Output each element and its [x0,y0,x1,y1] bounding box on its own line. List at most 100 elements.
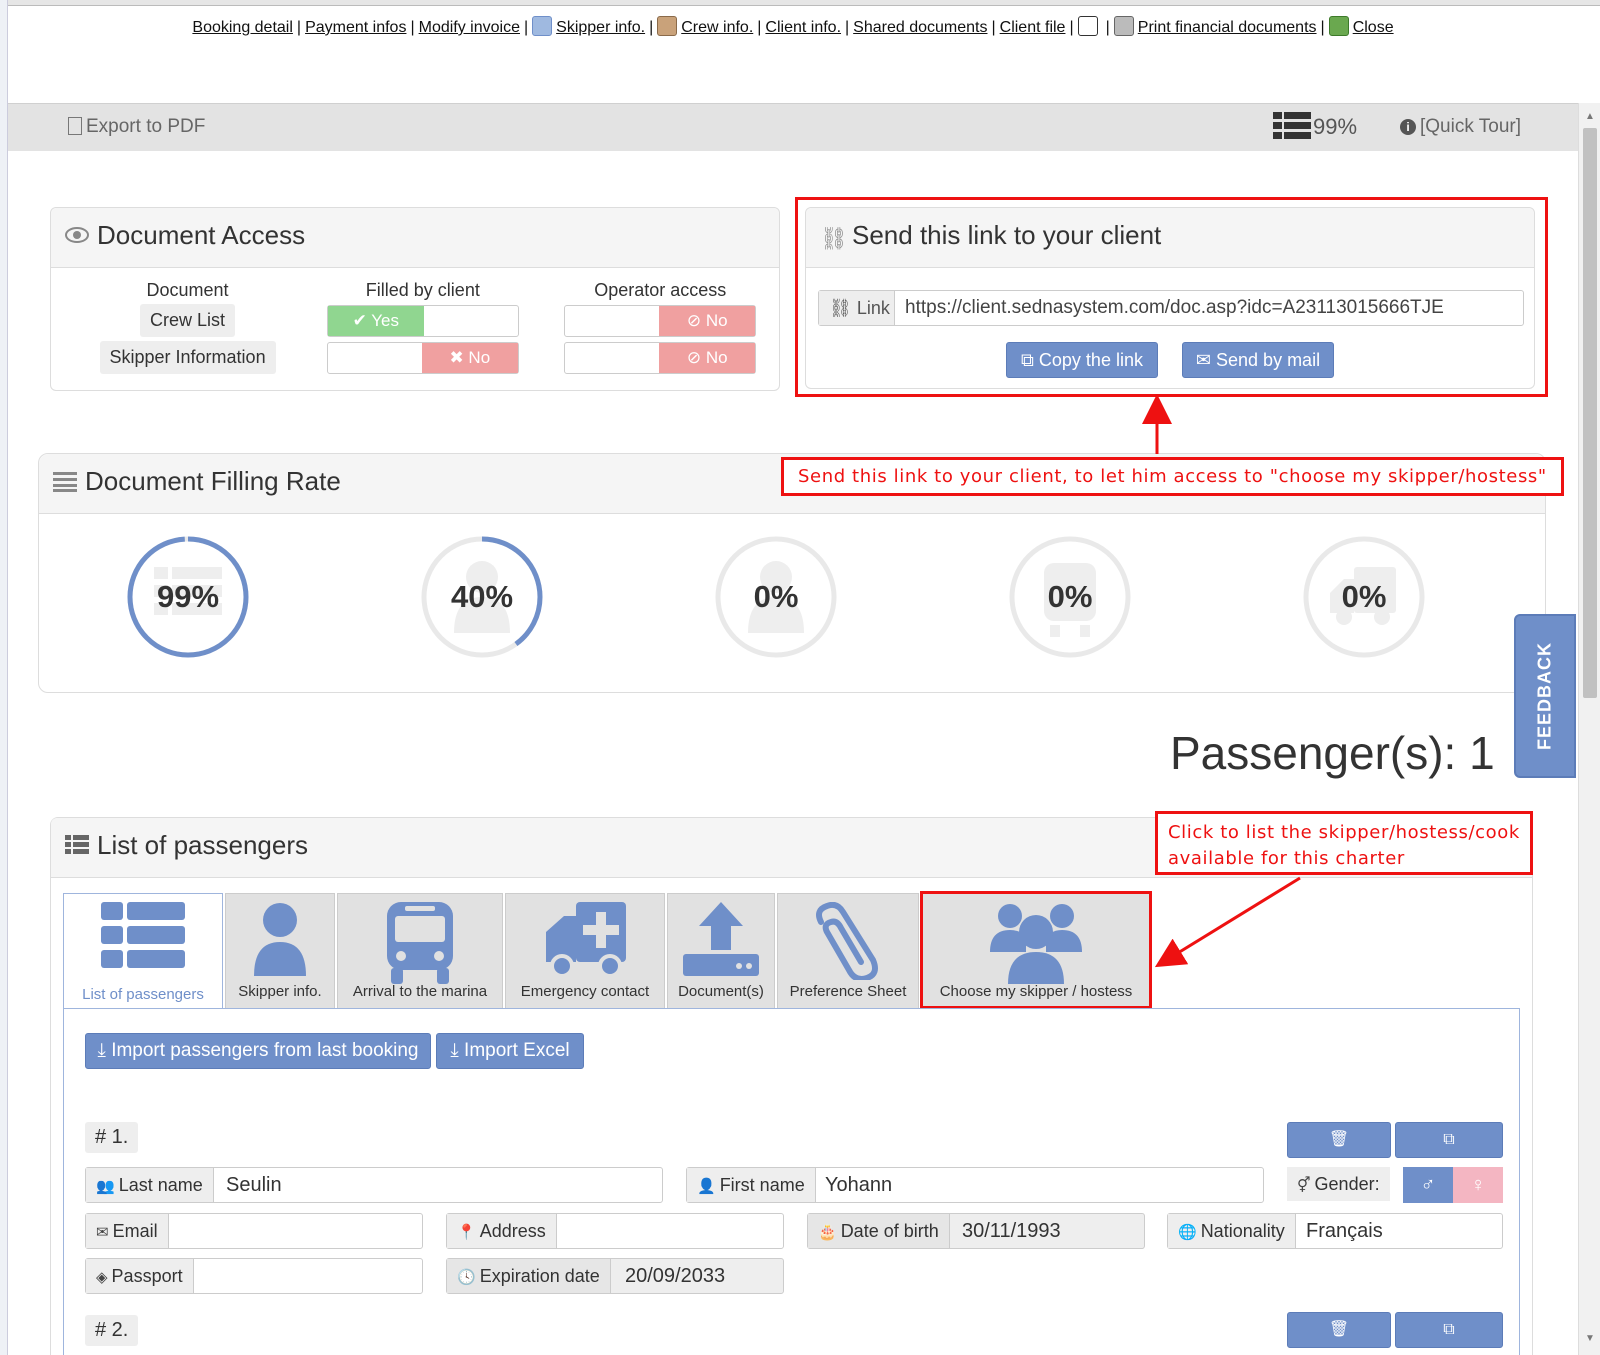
document-name: Skipper Information [99,341,276,374]
scroll-down-icon[interactable]: ▼ [1585,1333,1595,1344]
last-name-field[interactable]: 👥 Last name Seulin [85,1167,663,1203]
map-marker-icon: 📍 [457,1224,476,1241]
filling-rate-ring: 99% [126,535,250,659]
filling-rate-ring: 0% [714,535,838,659]
user-icon: 👤 [697,1178,716,1195]
email-label: ✉ Email [86,1214,169,1248]
tab-arrival-marina[interactable]: Arrival to the marina [337,893,503,1009]
envelope-icon: ✉ [96,1224,109,1241]
first-name-field[interactable]: 👤 First name Yohann [686,1167,1264,1203]
female-icon: ♀ [1470,1174,1486,1196]
export-pdf-button[interactable]: Export to PDF [68,116,205,138]
import-excel-button[interactable]: ⤓ Import Excel [436,1033,584,1069]
paperclip-icon [816,902,878,980]
filling-rate-value: 0% [1341,579,1387,614]
nav-shared-documents[interactable]: Shared documents [853,19,987,36]
address-label: 📍 Address [447,1214,557,1248]
import-last-booking-button[interactable]: ⤓ Import passengers from last booking [85,1033,431,1069]
tab-list-of-passengers[interactable]: List of passengers [63,893,223,1011]
date-of-birth-value[interactable]: 30/11/1993 [952,1214,1061,1248]
filling-rate-value: 0% [1047,579,1093,614]
fill-rate-indicator[interactable]: 99% [1273,112,1357,140]
document-name: Crew List [140,304,236,337]
expiration-date-value[interactable]: 20/09/2033 [615,1259,725,1293]
male-button[interactable]: ♂ [1403,1167,1453,1203]
filling-rate-value: 40% [450,579,514,614]
fill-rate-value: 99% [1313,114,1358,139]
nav-modify-invoice[interactable]: Modify invoice [419,19,520,36]
filled-by-client-toggle[interactable]: ✖ No [326,341,519,374]
address-field[interactable]: 📍 Address [446,1213,784,1249]
tab-skipper-info[interactable]: Skipper info. [225,893,335,1009]
window-top-edge [0,0,1600,6]
pdf-file-icon [68,117,82,135]
last-name-value[interactable]: Seulin [216,1168,282,1202]
female-button[interactable]: ♀ [1453,1167,1503,1203]
globe-icon: 🌐 [1178,1224,1197,1241]
first-name-value[interactable]: Yohann [815,1168,892,1202]
tab-preference-sheet[interactable]: Preference Sheet [777,893,919,1009]
nav-client-info[interactable]: Client info. [765,19,841,36]
expiration-date-label: 🕓 Expiration date [447,1259,611,1293]
copy-icon: ⧉ [1443,1321,1455,1338]
passport-field[interactable]: ◈ Passport [85,1258,423,1294]
list-of-passengers-title: List of passengers [97,830,309,860]
duplicate-passenger-button[interactable]: ⧉ [1395,1122,1503,1158]
quick-tour-label: [Quick Tour] [1420,116,1522,137]
tab-label: Skipper info. [238,983,322,1000]
list-icon [1273,112,1311,139]
column-header: Filled by client [365,279,480,300]
nav-print-financial-documents[interactable]: Print financial documents [1138,19,1317,36]
nationality-label: 🌐 Nationality [1168,1214,1296,1248]
first-name-label: 👤 First name [687,1168,816,1202]
quick-tour-link[interactable]: i [Quick Tour] [1400,116,1521,138]
tab-label: List of passengers [82,986,204,1003]
nav-separator: | [845,19,850,36]
nav-skipper-info[interactable]: Skipper info. [556,19,645,36]
mail-envelope-icon[interactable] [1077,16,1098,36]
delete-passenger-button[interactable]: 🗑 [1287,1122,1391,1158]
passport-value[interactable] [204,1259,214,1293]
date-of-birth-label: 🎂 Date of birth [808,1214,950,1248]
nav-separator: | [296,19,302,36]
nationality-field[interactable]: 🌐 Nationality Français [1167,1213,1503,1249]
filling-rate-title: Document Filling Rate [85,466,341,496]
toggle-no: ⊘ No [659,305,756,336]
scroll-up-icon[interactable]: ▲ [1585,111,1595,122]
toggle-no: ✖ No [421,342,518,373]
email-value[interactable] [178,1214,188,1248]
nationality-value[interactable]: Français [1296,1214,1383,1248]
feedback-button[interactable]: FEEDBACK [1514,614,1576,778]
expiration-date-field[interactable]: 🕓 Expiration date 20/09/2033 [446,1258,784,1294]
tab-documents[interactable]: Document(s) [667,893,775,1009]
nav-close[interactable]: Close [1353,19,1394,36]
eye-icon [65,227,89,243]
passport-tag-icon: ◈ [96,1269,108,1286]
toolbar: Export to PDF 99% i [Quick Tour] [8,103,1580,151]
eye-slash-icon: ⊘ [686,310,702,330]
male-icon: ♂ [1420,1174,1436,1196]
date-of-birth-field[interactable]: 🎂 Date of birth 30/11/1993 [807,1213,1145,1249]
nav-client-file[interactable]: Client file [1000,19,1066,36]
skipper-icon [532,16,553,36]
email-field[interactable]: ✉ Email [85,1213,423,1249]
top-navigation: Booking detail | Payment infos | Modify invo… [8,16,1578,37]
tab-emergency-contact[interactable]: Emergency contact [505,893,665,1009]
vertical-scrollbar[interactable]: ▲ ▼ [1578,103,1600,1355]
nav-payment-infos[interactable]: Payment infos [305,19,406,36]
scrollbar-thumb[interactable] [1583,128,1597,698]
download-icon: ⤓ [97,1040,106,1061]
operator-access-toggle[interactable]: ⊘ No [564,341,757,374]
tab-label: Arrival to the marina [352,983,488,1000]
filled-by-client-toggle[interactable]: ✔ Yes [326,304,519,337]
address-value[interactable] [551,1214,561,1248]
upload-icon [683,902,759,976]
operator-access-toggle[interactable]: ⊘ No [564,304,757,337]
bus-icon [387,902,453,984]
nav-booking-detail[interactable]: Booking detail [192,19,293,36]
duplicate-passenger-button[interactable]: ⧉ [1395,1312,1503,1348]
delete-passenger-button[interactable]: 🗑 [1287,1312,1391,1348]
document-access-panel: Document Access Document Filled by clien… [50,207,780,391]
nav-crew-info[interactable]: Crew info. [681,19,753,36]
gender-icon: ⚥ [1297,1177,1311,1194]
